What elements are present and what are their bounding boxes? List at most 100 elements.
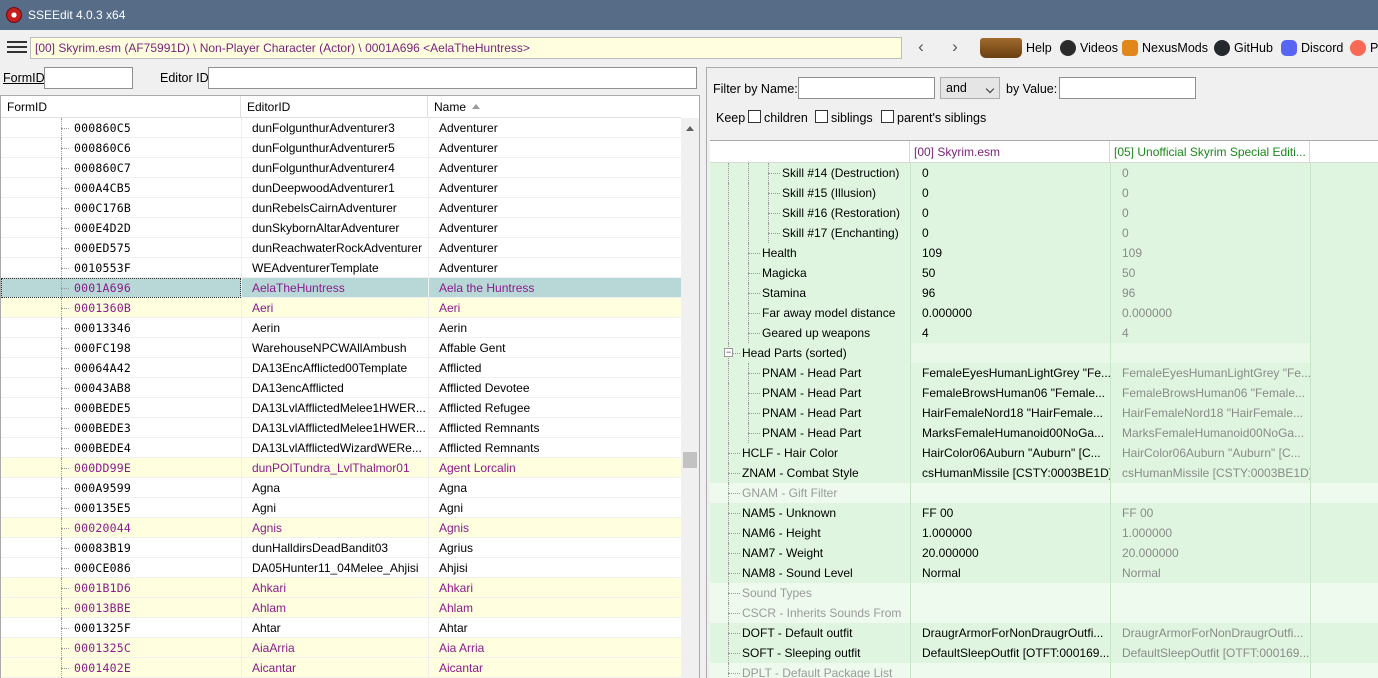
skyrim-esm-value-cell[interactable]: 20.000000	[910, 543, 1110, 563]
table-row[interactable]: 000BEDE4 DA13LvlAfflictedWizardWERe... Aff…	[1, 438, 681, 458]
skyrim-esm-value-cell[interactable]: 0	[910, 223, 1110, 243]
ussep-value-cell[interactable]	[1110, 483, 1310, 503]
skyrim-esm-value-cell[interactable]: 50	[910, 263, 1110, 283]
table-row[interactable]: 0001325C AiaArria Aia Arria	[1, 638, 681, 658]
table-row[interactable]: 00083B19 dunHalldirsDeadBandit03 Agrius	[1, 538, 681, 558]
collapse-icon[interactable]: −	[724, 348, 733, 357]
record-field-row[interactable]: NAM8 - Sound Level Normal Normal	[710, 563, 1378, 583]
ussep-value-cell[interactable]: FemaleBrowsHuman06 "Female...	[1110, 383, 1310, 403]
skyrim-esm-value-cell[interactable]: DefaultSleepOutfit [OTFT:000169...	[910, 643, 1110, 663]
table-row[interactable]: 00064A42 DA13EncAfflicted00Template Afflic…	[1, 358, 681, 378]
record-field-row[interactable]: PNAM - Head Part MarksFemaleHumanoid00NoG…	[710, 423, 1378, 443]
ussep-value-cell[interactable]	[1110, 663, 1310, 678]
keep-parents-siblings-checkbox[interactable]	[881, 110, 894, 123]
table-row[interactable]: 000ED575 dunReachwaterRockAdventurer Adven…	[1, 238, 681, 258]
table-row[interactable]: 000860C6 dunFolgunthurAdventurer5 Adventur…	[1, 138, 681, 158]
ussep-value-cell[interactable]: 96	[1110, 283, 1310, 303]
record-path-field[interactable]: [00] Skyrim.esm (AF75991D) \ Non-Player …	[30, 37, 902, 59]
table-row[interactable]: 0010553F WEAdventurerTemplate Adventurer	[1, 258, 681, 278]
record-field-row[interactable]: ZNAM - Combat Style csHumanMissile [CSTY:…	[710, 463, 1378, 483]
table-row[interactable]: 000135E5 Agni Agni	[1, 498, 681, 518]
ussep-value-cell[interactable]: MarksFemaleHumanoid00NoGa...	[1110, 423, 1310, 443]
keep-children-checkbox[interactable]	[748, 110, 761, 123]
table-row[interactable]: 0001402E Aicantar Aicantar	[1, 658, 681, 678]
filter-value-input[interactable]	[1059, 77, 1196, 99]
skyrim-esm-value-cell[interactable]: FemaleEyesHumanLightGrey "Fe...	[910, 363, 1110, 383]
ussep-value-cell[interactable]: 50	[1110, 263, 1310, 283]
skyrim-esm-value-cell[interactable]	[910, 663, 1110, 678]
table-row[interactable]: 0001325F Ahtar Ahtar	[1, 618, 681, 638]
ussep-value-cell[interactable]: 0	[1110, 163, 1310, 183]
siblings-label[interactable]: siblings	[831, 111, 873, 125]
skyrim-esm-value-cell[interactable]	[910, 603, 1110, 623]
and-or-select[interactable]: and	[940, 77, 1000, 99]
record-field-row[interactable]: Geared up weapons 4 4	[710, 323, 1378, 343]
scrollbar-thumb[interactable]	[683, 452, 697, 468]
record-field-row[interactable]: HCLF - Hair Color HairColor06Auburn "Aubu…	[710, 443, 1378, 463]
table-row[interactable]: 000DD99E dunPOITundra_LvlThalmor01 Agent L…	[1, 458, 681, 478]
help-link[interactable]: Help	[980, 38, 1052, 58]
record-field-row[interactable]: Skill #14 (Destruction) 0 0	[710, 163, 1378, 183]
github-link[interactable]: GitHub	[1214, 38, 1273, 58]
skyrim-esm-value-cell[interactable]: FemaleBrowsHuman06 "Female...	[910, 383, 1110, 403]
column-header-editorid[interactable]: EditorID	[241, 96, 428, 118]
table-row[interactable]: 00043AB8 DA13encAfflicted Afflicted Devote…	[1, 378, 681, 398]
column-header-name[interactable]: Name	[428, 96, 681, 118]
skyrim-esm-value-cell[interactable]: FF 00	[910, 503, 1110, 523]
nexusmods-link[interactable]: NexusMods	[1122, 38, 1208, 58]
ussep-value-cell[interactable]: DefaultSleepOutfit [OTFT:000169...	[1110, 643, 1310, 663]
column-header-field[interactable]	[710, 141, 910, 163]
column-header-skyrim-esm[interactable]: [00] Skyrim.esm	[910, 141, 1110, 163]
record-field-row[interactable]: NAM7 - Weight 20.000000 20.000000	[710, 543, 1378, 563]
record-field-row[interactable]: SOFT - Sleeping outfit DefaultSleepOutfit…	[710, 643, 1378, 663]
record-field-row[interactable]: CSCR - Inherits Sounds From	[710, 603, 1378, 623]
skyrim-esm-value-cell[interactable]: 0	[910, 163, 1110, 183]
record-field-row[interactable]: Skill #15 (Illusion) 0 0	[710, 183, 1378, 203]
record-field-row[interactable]: GNAM - Gift Filter	[710, 483, 1378, 503]
table-row[interactable]: 00013BBE Ahlam Ahlam	[1, 598, 681, 618]
skyrim-esm-value-cell[interactable]: HairColor06Auburn "Auburn" [C...	[910, 443, 1110, 463]
formid-filter-input[interactable]	[44, 67, 133, 89]
ussep-value-cell[interactable]: csHumanMissile [CSTY:0003BE1D]	[1110, 463, 1310, 483]
children-label[interactable]: children	[764, 111, 808, 125]
table-row[interactable]: 000BEDE3 DA13LvlAfflictedMelee1HWER... Aff…	[1, 418, 681, 438]
record-field-row[interactable]: NAM5 - Unknown FF 00 FF 00	[710, 503, 1378, 523]
ussep-value-cell[interactable]	[1110, 603, 1310, 623]
table-row[interactable]: 00020044 Agnis Agnis	[1, 518, 681, 538]
table-row[interactable]: 0001B1D6 Ahkari Ahkari	[1, 578, 681, 598]
record-field-row[interactable]: − Head Parts (sorted)	[710, 343, 1378, 363]
table-row[interactable]: 000C176B dunRebelsCairnAdventurer Adventur…	[1, 198, 681, 218]
skyrim-esm-value-cell[interactable]: 1.000000	[910, 523, 1110, 543]
filter-name-input[interactable]	[798, 77, 935, 99]
table-row[interactable]: 000FC198 WarehouseNPCWAllAmbush Affable Ge…	[1, 338, 681, 358]
record-field-row[interactable]: PNAM - Head Part FemaleEyesHumanLightGrey…	[710, 363, 1378, 383]
skyrim-esm-value-cell[interactable]: MarksFemaleHumanoid00NoGa...	[910, 423, 1110, 443]
ussep-value-cell[interactable]: 0	[1110, 183, 1310, 203]
skyrim-esm-value-cell[interactable]	[910, 343, 1110, 363]
ussep-value-cell[interactable]: 0.000000	[1110, 303, 1310, 323]
table-row[interactable]: 000860C5 dunFolgunthurAdventurer3 Adventur…	[1, 118, 681, 138]
ussep-value-cell[interactable]: FF 00	[1110, 503, 1310, 523]
patreon-link[interactable]: P	[1350, 38, 1378, 58]
record-field-row[interactable]: Health 109 109	[710, 243, 1378, 263]
record-field-row[interactable]: PNAM - Head Part FemaleBrowsHuman06 "Fema…	[710, 383, 1378, 403]
ussep-value-cell[interactable]: FemaleEyesHumanLightGrey "Fe...	[1110, 363, 1310, 383]
back-button[interactable]: ‹	[910, 37, 932, 59]
record-field-row[interactable]: Skill #17 (Enchanting) 0 0	[710, 223, 1378, 243]
ussep-value-cell[interactable]: 4	[1110, 323, 1310, 343]
table-row[interactable]: 000E4D2D dunSkybornAltarAdventurer Adventu…	[1, 218, 681, 238]
table-row[interactable]: 0001A696 AelaTheHuntress Aela the Huntress	[1, 278, 681, 298]
editorid-filter-input[interactable]	[208, 67, 697, 89]
skyrim-esm-value-cell[interactable]: 0.000000	[910, 303, 1110, 323]
skyrim-esm-value-cell[interactable]: 96	[910, 283, 1110, 303]
ussep-value-cell[interactable]: 0	[1110, 203, 1310, 223]
record-field-row[interactable]: DPLT - Default Package List	[710, 663, 1378, 678]
table-row[interactable]: 000A4CB5 dunDeepwoodAdventurer1 Adventurer	[1, 178, 681, 198]
skyrim-esm-value-cell[interactable]: 109	[910, 243, 1110, 263]
parents-siblings-label[interactable]: parent's siblings	[897, 111, 986, 125]
column-header-ussep[interactable]: [05] Unofficial Skyrim Special Editi...	[1110, 141, 1310, 163]
skyrim-esm-value-cell[interactable]: 4	[910, 323, 1110, 343]
skyrim-esm-value-cell[interactable]: 0	[910, 203, 1110, 223]
table-row[interactable]: 000BEDE5 DA13LvlAfflictedMelee1HWER... Aff…	[1, 398, 681, 418]
ussep-value-cell[interactable]: 109	[1110, 243, 1310, 263]
